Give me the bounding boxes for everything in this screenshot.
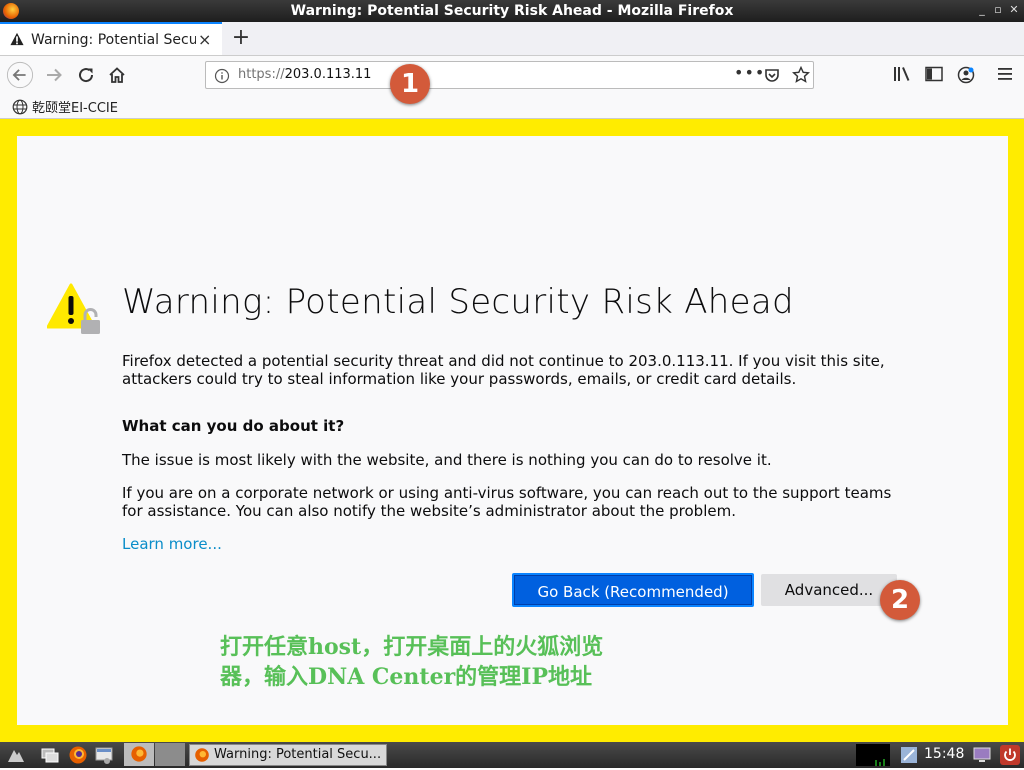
caption-line-1: 打开任意host，打开桌面上的火狐浏览: [220, 634, 604, 660]
account-icon[interactable]: [957, 66, 975, 84]
firefox-window-icon: [195, 748, 209, 762]
power-icon[interactable]: [1000, 745, 1020, 765]
pocket-icon[interactable]: [764, 67, 780, 83]
assistance-text: If you are on a corporate network or usi…: [122, 484, 892, 520]
show-desktop-icon[interactable]: [40, 745, 60, 765]
page-title: Warning: Potential Security Risk Ahead: [122, 282, 794, 322]
bookmarks-toolbar: 乾颐堂EI-CCIE: [0, 94, 1024, 119]
tab-label: Warning: Potential Securi: [31, 32, 196, 48]
learn-more-link[interactable]: Learn more...: [122, 535, 222, 553]
start-menu-icon[interactable]: [6, 745, 26, 765]
url-protocol: https://: [238, 67, 285, 82]
taskbar-window-label: Warning: Potential Secu...: [214, 747, 382, 762]
issue-text: The issue is most likely with the websit…: [122, 451, 772, 469]
forward-arrow-icon: [47, 68, 62, 82]
clock: 15:48: [924, 746, 965, 762]
firefox-mini-icon: [131, 746, 147, 762]
workspace-1[interactable]: [124, 743, 154, 766]
back-arrow-icon: [6, 61, 34, 89]
firefox-launcher-icon[interactable]: [68, 745, 88, 765]
warning-icon: [10, 32, 24, 46]
back-button[interactable]: [6, 61, 34, 89]
bookmark-label: 乾颐堂EI-CCIE: [32, 101, 118, 116]
cpu-monitor: [856, 744, 890, 766]
window-title: Warning: Potential Security Risk Ahead -…: [290, 3, 734, 19]
workspace-2[interactable]: [155, 743, 185, 766]
screen-lock-icon[interactable]: [972, 745, 992, 765]
bookmark-item[interactable]: 乾颐堂EI-CCIE: [12, 97, 118, 116]
site-info-icon[interactable]: [214, 68, 230, 84]
new-tab-button[interactable]: +: [230, 26, 252, 50]
step-badge-1: 1: [390, 64, 430, 104]
bookmark-star-icon[interactable]: [792, 66, 810, 84]
tab-close-button[interactable]: ×: [198, 30, 211, 49]
close-window-button[interactable]: ✕: [1007, 3, 1021, 17]
go-back-button[interactable]: Go Back (Recommended): [512, 573, 754, 607]
question-heading: What can you do about it?: [122, 417, 345, 435]
menu-icon[interactable]: [997, 66, 1013, 82]
window-title-bar: Warning: Potential Security Risk Ahead -…: [0, 0, 1024, 22]
home-button[interactable]: [103, 62, 131, 88]
cpu-graph-icon: [875, 759, 885, 766]
library-icon[interactable]: [893, 66, 911, 82]
url-text: https://203.0.113.11: [238, 67, 371, 82]
home-icon: [109, 67, 125, 83]
globe-icon: [12, 99, 28, 114]
network-icon[interactable]: [899, 745, 919, 765]
advanced-button[interactable]: Advanced...: [761, 574, 897, 606]
page-actions-icon[interactable]: •••: [734, 63, 765, 82]
caption-line-2: 器，输入DNA Center的管理IP地址: [220, 664, 593, 690]
minimize-button[interactable]: _: [975, 3, 989, 17]
forward-button[interactable]: [40, 62, 68, 88]
maximize-button[interactable]: ▫: [991, 3, 1005, 17]
taskbar-window-button[interactable]: Warning: Potential Secu...: [189, 744, 387, 766]
instruction-caption: 打开任意host，打开桌面上的火狐浏览 器，输入DNA Center的管理IP地…: [220, 632, 603, 692]
warning-lock-icon: [47, 283, 100, 334]
sidebar-icon[interactable]: [925, 66, 943, 82]
reload-button[interactable]: [72, 62, 100, 88]
intro-text: Firefox detected a potential security th…: [122, 352, 885, 388]
tab-warning[interactable]: Warning: Potential Securi ×: [0, 22, 222, 55]
step-badge-2: 2: [880, 580, 920, 620]
url-host: 203.0.113.11: [284, 67, 372, 82]
reload-icon: [79, 68, 94, 83]
file-manager-icon[interactable]: [94, 745, 114, 765]
address-bar[interactable]: https://203.0.113.11 •••: [205, 61, 814, 89]
